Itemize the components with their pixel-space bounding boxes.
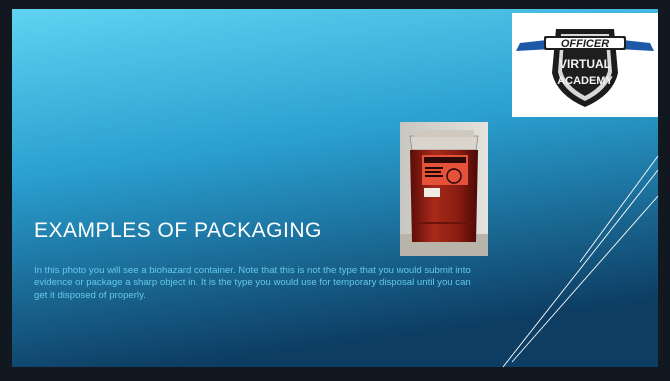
logo-line1: OFFICER [561,38,609,50]
biohazard-container-photo [400,122,488,256]
slide: OFFICER VIRTUAL ACADEMY EXAMPLES OF PACK… [0,0,670,381]
logo-line2: VIRTUAL [559,57,611,71]
slide-title: EXAMPLES OF PACKAGING [34,219,322,242]
officer-virtual-academy-logo: OFFICER VIRTUAL ACADEMY [512,13,658,117]
slide-body-text: In this photo you will see a biohazard c… [34,265,471,301]
shield-icon: OFFICER VIRTUAL ACADEMY [516,29,654,107]
logo-line3: ACADEMY [557,75,613,87]
